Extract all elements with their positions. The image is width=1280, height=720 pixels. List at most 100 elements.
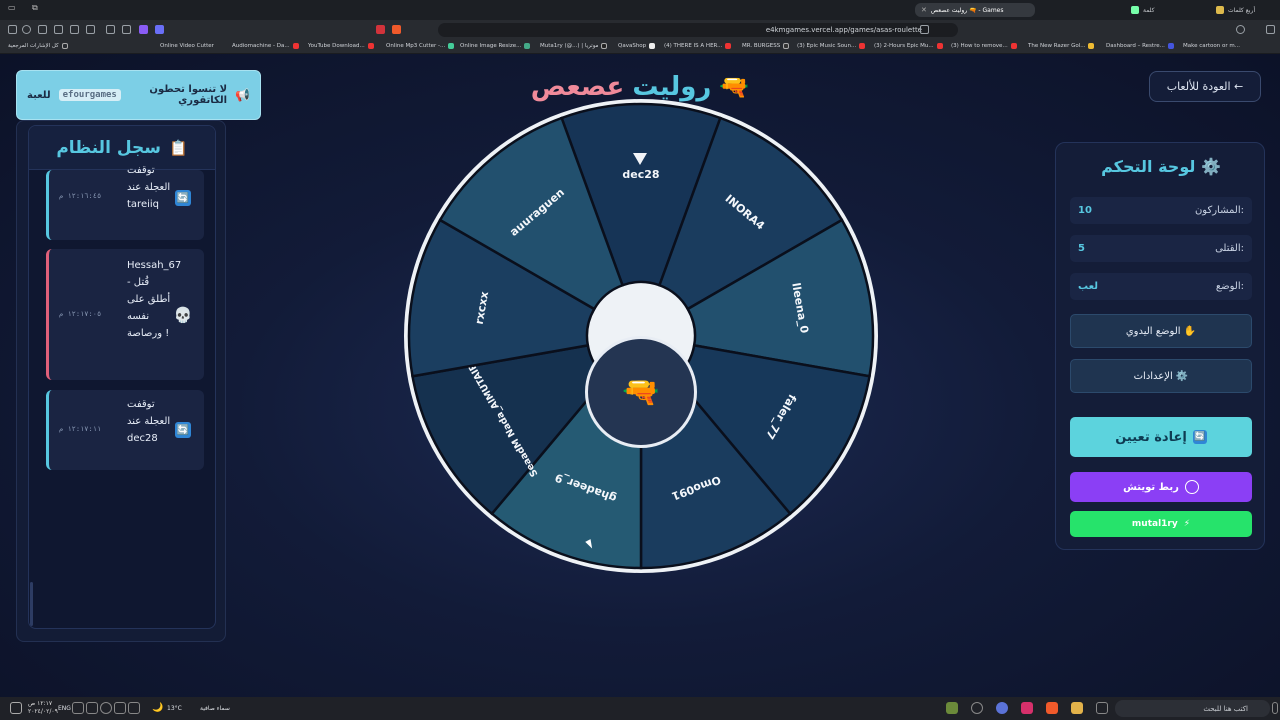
settings-button[interactable]: ⚙️ الإعدادات	[1070, 359, 1252, 393]
toast-text-after: للعبة	[27, 89, 51, 101]
folder-icon	[61, 43, 68, 49]
bookmark-item[interactable]: Online Video Cutter	[160, 43, 214, 49]
bookmarks-folder[interactable]: كل الإشارات المرجعية	[8, 43, 68, 49]
reset-button[interactable]: 🔄 إعادة تعيين	[1070, 417, 1252, 457]
log-scrollbar[interactable]	[30, 582, 33, 626]
participants-label: المشاركون:	[1194, 205, 1244, 216]
weather-temp[interactable]: 13°C	[167, 705, 182, 712]
log-entry-text: Hessah_67 قُتل - أطلق على نفسه ورصاصة !	[127, 260, 182, 339]
favicon-icon	[783, 43, 790, 49]
back-to-games-button[interactable]: العودة للألعاب ←	[1149, 71, 1261, 102]
back-nav-icon[interactable]	[1266, 25, 1275, 34]
youtube-icon	[859, 43, 866, 49]
bookmark-item[interactable]: Make cartoon or m...	[1183, 43, 1240, 49]
bookmark-item[interactable]: (3) 2-Hours Epic Mu...	[874, 43, 943, 49]
log-entry-time: ١٢:١٦:٤٥ م	[59, 192, 102, 200]
bookmark-item[interactable]: Online Image Resize...	[460, 43, 531, 49]
weather-desc[interactable]: سماء صافية	[200, 705, 230, 712]
skull-icon: 💀	[173, 306, 193, 324]
bookmark-item[interactable]: The New Razer Gol...	[1028, 43, 1095, 49]
notification-icon[interactable]	[10, 702, 22, 714]
manual-mode-button[interactable]: ✋ الوضع اليدوي	[1070, 314, 1252, 348]
app-icon[interactable]	[1021, 702, 1033, 714]
bookmark-label: The New Razer Gol...	[1028, 43, 1086, 49]
refresh-icon: 🔄	[1192, 430, 1207, 444]
app-icon[interactable]	[971, 702, 983, 714]
system-log-list[interactable]: 📋 سجل النظام 🔄 توقفت العجلة عند tareiiq …	[28, 125, 216, 629]
mode-label: الوضع:	[1215, 281, 1244, 292]
tab-roulette-title: روليت عصعص 🔫 - Games	[930, 6, 1004, 14]
brave-icon[interactable]	[1046, 702, 1058, 714]
brave-shield-icon[interactable]	[392, 25, 401, 34]
app-icon[interactable]	[996, 702, 1008, 714]
lightning-icon: ⚡	[1183, 519, 1191, 529]
windows-taskbar: ١٢:١٧ ص ٢٠٢٤/٠٢/٠٩ ENG 🌙 13°C سماء صافية…	[0, 697, 1280, 720]
bookmark-label: Online Video Cutter	[160, 43, 214, 49]
extension-icon[interactable]	[106, 25, 115, 34]
control-panel-header: ⚙️ لوحة التحكم	[1056, 157, 1266, 176]
reload-icon[interactable]	[1236, 25, 1245, 34]
bookmark-label: (4) THERE IS A HER...	[664, 43, 723, 49]
control-panel: ⚙️ لوحة التحكم 10 المشاركون: 5 القتلى: ل…	[1055, 142, 1265, 550]
extension-icon[interactable]	[70, 25, 79, 34]
bookmark-item[interactable]: Dashboard – Restre...	[1106, 43, 1174, 49]
bookmark-item[interactable]: (4) THERE IS A HER...	[664, 43, 732, 49]
connect-twitch-button[interactable]: ربط تويتش	[1070, 472, 1252, 502]
extension-icon[interactable]	[139, 25, 148, 34]
mutal1ry-button[interactable]: ⚡ mutal1ry	[1070, 511, 1252, 537]
close-icon[interactable]: ✕	[921, 6, 927, 14]
tab-four-words[interactable]: أربع كلمات	[1210, 3, 1276, 17]
tray-icon[interactable]	[86, 702, 98, 714]
mic-icon[interactable]	[114, 702, 126, 714]
youtube-icon	[936, 43, 943, 49]
killed-value: 5	[1078, 243, 1085, 254]
wheel-hub[interactable]: 🔫	[585, 336, 697, 448]
extension-icon[interactable]	[38, 25, 47, 34]
app-icon[interactable]	[1096, 702, 1108, 714]
log-entry: 🔄 توقفت العجلة عند tareiiq ١٢:١٦:٤٥ م	[46, 165, 204, 240]
clipboard-icon: 📋	[168, 138, 188, 157]
log-entry-text: توقفت العجلة عند tareiiq	[127, 165, 171, 210]
bookmark-item[interactable]: Online Mp3 Cutter -...	[386, 43, 455, 49]
bookmark-label: QavaShop	[618, 43, 647, 49]
tray-icon[interactable]	[72, 702, 84, 714]
windows-start-icon[interactable]	[1272, 702, 1278, 714]
extension-icon[interactable]	[54, 25, 63, 34]
bookmark-label: MR. BURGESS	[742, 43, 781, 49]
language-indicator[interactable]: ENG	[58, 705, 71, 712]
bookmark-item[interactable]: (3) How to remove...	[951, 43, 1017, 49]
tab-words[interactable]: كلمة	[1125, 3, 1205, 17]
bookmark-label: Audiomachine - Da...	[232, 43, 290, 49]
tray-icon[interactable]	[128, 702, 140, 714]
bookmark-item[interactable]: Audiomachine - Da...	[232, 43, 299, 49]
bookmark-item[interactable]: YouTube Download...	[308, 43, 374, 49]
menu-icon[interactable]	[8, 25, 17, 34]
shield-icon[interactable]	[155, 25, 164, 34]
music-icon[interactable]	[86, 25, 95, 34]
bookmark-item[interactable]: QavaShop	[618, 43, 656, 49]
app-icon[interactable]	[946, 702, 958, 714]
folder-icon[interactable]	[1071, 702, 1083, 714]
taskbar-search[interactable]: اكتب هنا للبحث	[1115, 700, 1270, 717]
brave-rewards-icon[interactable]	[376, 25, 385, 34]
bookmark-item[interactable]: (3) Epic Music Soun...	[797, 43, 866, 49]
window-icon[interactable]: ⧉	[32, 3, 38, 13]
bookmark-icon[interactable]	[920, 25, 929, 34]
log-entry-time: ١٢:١٧:٠٥ م	[59, 310, 102, 318]
browser-tab-bar: ▭ ⧉ ✕ روليت عصعص 🔫 - Games كلمة أربع كلم…	[0, 0, 1280, 20]
extension-icon[interactable]	[22, 25, 31, 34]
url-field[interactable]: e4kmgames.vercel.app/games/asas-roulette	[438, 23, 958, 37]
restore-icon[interactable]: ▭	[8, 3, 16, 12]
system-log-panel: 📋 سجل النظام 🔄 توقفت العجلة عند tareiiq …	[16, 120, 226, 642]
favicon-icon	[1167, 43, 1174, 49]
clock[interactable]: ١٢:١٧ ص ٢٠٢٤/٠٢/٠٩	[28, 700, 58, 716]
category-reminder-toast: 📢 لا تنسوا تحطون الكاتقوري efourgames لل…	[16, 70, 261, 120]
bookmark-label: Make cartoon or m...	[1183, 43, 1240, 49]
tray-icon[interactable]	[100, 702, 112, 714]
bookmark-item[interactable]: Muta1ry (@...) | موتريا	[540, 43, 608, 49]
reset-label: إعادة تعيين	[1115, 429, 1187, 445]
bookmark-item[interactable]: MR. BURGESS	[742, 43, 790, 49]
extension-icon[interactable]	[122, 25, 131, 34]
megaphone-icon: 📢	[235, 88, 250, 102]
tab-roulette[interactable]: ✕ روليت عصعص 🔫 - Games	[915, 3, 1035, 17]
